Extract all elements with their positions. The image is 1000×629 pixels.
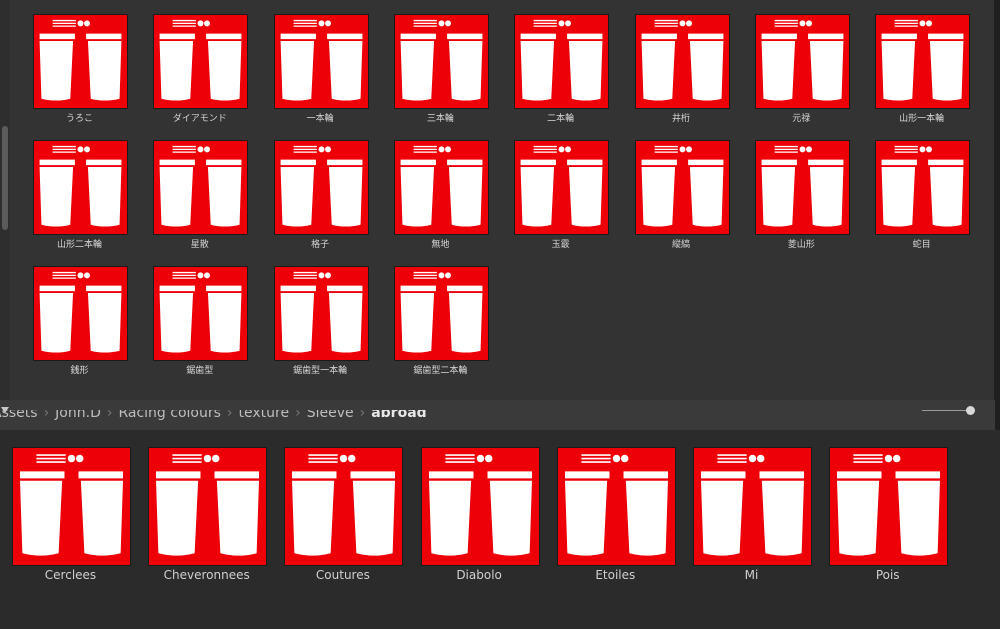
thumbnail-size-slider[interactable] [922,405,975,417]
sleeve-thumbnail-etoiles[interactable] [556,447,676,566]
breadcrumb-separator: › [295,410,301,421]
asset-tile-saw1[interactable]: 鋸歯型一本輪 [273,266,369,377]
asset-tile-vstripes[interactable]: 縦縞 [634,140,730,251]
asset-label: 山形二本輪 [56,240,102,250]
asset-label: Pois [875,568,900,582]
sleeve-thumbnail-seams[interactable] [284,447,404,566]
asset-label: Cerclees [44,568,97,582]
asset-tile-saw2[interactable]: 鋸歯型二本輪 [393,266,489,377]
sleeve-thumbnail-diabolo[interactable] [420,447,540,566]
asset-tile-pois[interactable]: Pois [829,447,949,582]
asset-label: Mi [744,568,759,582]
asset-tile-plain[interactable]: 無地 [393,140,489,251]
asset-label: 元禄 [792,114,811,124]
sleeve-thumbnail-saw[interactable] [153,266,249,361]
asset-tile-diamondband[interactable]: 菱山形 [754,140,850,251]
asset-label: 鋸歯型一本輪 [293,366,348,376]
breadcrumb-separator: › [226,410,233,421]
sleeve-thumbnail-mi[interactable] [693,447,812,566]
asset-tile-hoops[interactable]: Cerclees [12,447,131,582]
sleeve-thumbnail-pois[interactable] [829,447,949,566]
asset-label: 蛇目 [912,240,931,250]
asset-label: Coutures [315,568,370,582]
sleeve-thumbnail-zigzag2[interactable] [33,140,128,235]
asset-tile-ring3[interactable]: 三本輪 [393,14,489,125]
vertical-scrollbar[interactable] [0,0,10,400]
panel-divider [994,0,1000,430]
sleeve-thumbnail-chevrons[interactable] [148,447,268,566]
asset-label: 三本輪 [426,114,454,124]
asset-tile-diamond[interactable]: ダイアモンド [153,14,249,125]
asset-tile-lattice[interactable]: 格子 [273,140,369,251]
breadcrumb: Assets › John.D › Racing colours › textu… [0,410,427,426]
asset-label: 菱山形 [787,240,815,250]
asset-tile-zigzag1[interactable]: 山形一本輪 [875,14,971,125]
asset-label: 二本輪 [547,114,575,124]
asset-tile-saw[interactable]: 鋸歯型 [153,266,249,377]
asset-label: 無地 [431,240,450,250]
asset-tile-stars[interactable]: 星散 [153,140,249,251]
asset-label: 玉霰 [551,240,570,250]
asset-label: Cheveronnees [163,568,250,582]
sleeve-thumbnail-vstripes[interactable] [634,140,730,235]
sleeve-thumbnail-dots[interactable] [514,140,610,235]
sleeve-thumbnail-zigzag1[interactable] [875,14,971,109]
breadcrumb-item[interactable]: Assets [0,410,38,426]
sleeve-thumbnail-saw1[interactable] [273,266,369,361]
asset-label: 一本輪 [306,114,334,124]
breadcrumb-item[interactable]: Racing colours [118,410,220,426]
sleeve-thumbnail-lattice[interactable] [273,140,369,235]
asset-label: ダイアモンド [172,114,227,124]
asset-tile-rings[interactable]: 蛇目 [875,140,971,251]
asset-tile-uroko[interactable]: うろこ [33,14,128,125]
sleeve-thumbnail-coins[interactable] [33,266,128,361]
breadcrumb-current: abroad [371,410,427,421]
sleeve-thumbnail-plain[interactable] [393,140,489,235]
breadcrumb-separator: › [106,410,113,421]
asset-label: 井桁 [671,114,690,124]
asset-label: 星散 [190,240,209,250]
asset-tile-coins[interactable]: 銭形 [33,266,128,377]
sleeve-thumbnail-diamond[interactable] [153,14,249,109]
asset-tile-diabolo[interactable]: Diabolo [420,447,540,582]
asset-label: 縦縞 [671,240,690,250]
sleeve-thumbnail-saw2[interactable] [393,266,489,361]
asset-label: 銭形 [70,366,89,376]
sleeve-thumbnail-ring3[interactable] [393,14,489,109]
asset-label: 鋸歯型二本輪 [413,366,468,376]
sleeve-thumbnail-ring1[interactable] [273,14,369,109]
asset-label: 山形一本輪 [899,114,945,124]
slider-handle[interactable] [966,406,975,415]
breadcrumb-item[interactable]: texture [239,410,290,426]
sleeve-thumbnail-stars[interactable] [153,140,249,235]
asset-tile-igeta[interactable]: 井桁 [634,14,730,125]
sleeve-thumbnail-hoops[interactable] [12,447,131,566]
asset-tile-dots[interactable]: 玉霰 [514,140,610,251]
scrollbar-thumb[interactable] [2,126,8,230]
asset-label: 鋸歯型 [186,366,214,376]
breadcrumb-item[interactable]: Sleeve [307,410,354,426]
breadcrumb-separator: › [43,410,50,421]
asset-tile-mi[interactable]: Mi [693,447,812,582]
breadcrumb-separator: › [359,410,366,421]
asset-tile-zigzag2[interactable]: 山形二本輪 [33,140,128,251]
sleeve-thumbnail-igeta[interactable] [634,14,730,109]
asset-tile-genroku[interactable]: 元禄 [754,14,850,125]
asset-tile-ring1[interactable]: 一本輪 [273,14,369,125]
sleeve-thumbnail-genroku[interactable] [754,14,850,109]
asset-label: Etoiles [595,568,636,582]
sleeve-thumbnail-rings[interactable] [875,140,971,235]
slider-track [922,410,972,411]
breadcrumb-item[interactable]: John.D [55,410,101,426]
sleeve-thumbnail-uroko[interactable] [33,14,128,109]
asset-tile-seams[interactable]: Coutures [284,447,404,582]
sleeve-thumbnail-ring2[interactable] [514,14,610,109]
asset-label: うろこ [65,114,93,124]
asset-label: 格子 [311,240,330,250]
asset-tile-ring2[interactable]: 二本輪 [514,14,610,125]
asset-label: Diabolo [456,568,502,582]
sleeve-thumbnail-diamondband[interactable] [754,140,850,235]
asset-tile-chevrons[interactable]: Cheveronnees [148,447,268,582]
asset-tile-etoiles[interactable]: Etoiles [556,447,676,582]
